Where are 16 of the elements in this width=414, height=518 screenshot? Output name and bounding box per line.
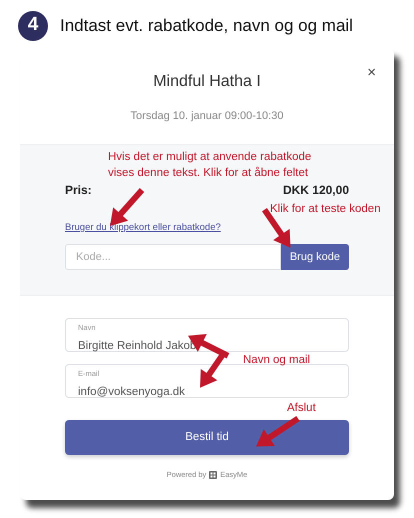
discount-link[interactable]: Bruger du klippekort eller rabatkode? <box>65 221 221 236</box>
price-value: DKK 120,00 <box>282 182 349 199</box>
close-button[interactable]: × <box>367 62 376 84</box>
modal-subtitle: Torsdag 10. januar 09:00-10:30 <box>130 109 284 124</box>
apply-code-button[interactable]: Brug kode <box>280 244 349 270</box>
annotation-note: Afslut <box>287 401 316 416</box>
grid-logo-icon <box>209 470 218 479</box>
annotation-arrow <box>256 416 300 446</box>
step-title: Indtast evt. rabatkode, navn og og mail <box>60 14 353 37</box>
annotation-note: Hvis det er muligt at anvende rabatkode vises denne tekst. Klik for at åbne feltet <box>108 150 312 181</box>
modal-title: Mindful Hatha I <box>153 72 261 92</box>
code-input[interactable]: Kode... <box>65 244 281 270</box>
submit-button[interactable]: Bestil tid <box>65 420 349 455</box>
price-label: Pris: <box>65 182 92 199</box>
annotation-note: Klik for at teste koden <box>270 202 381 217</box>
step-number: 4 <box>18 10 48 40</box>
